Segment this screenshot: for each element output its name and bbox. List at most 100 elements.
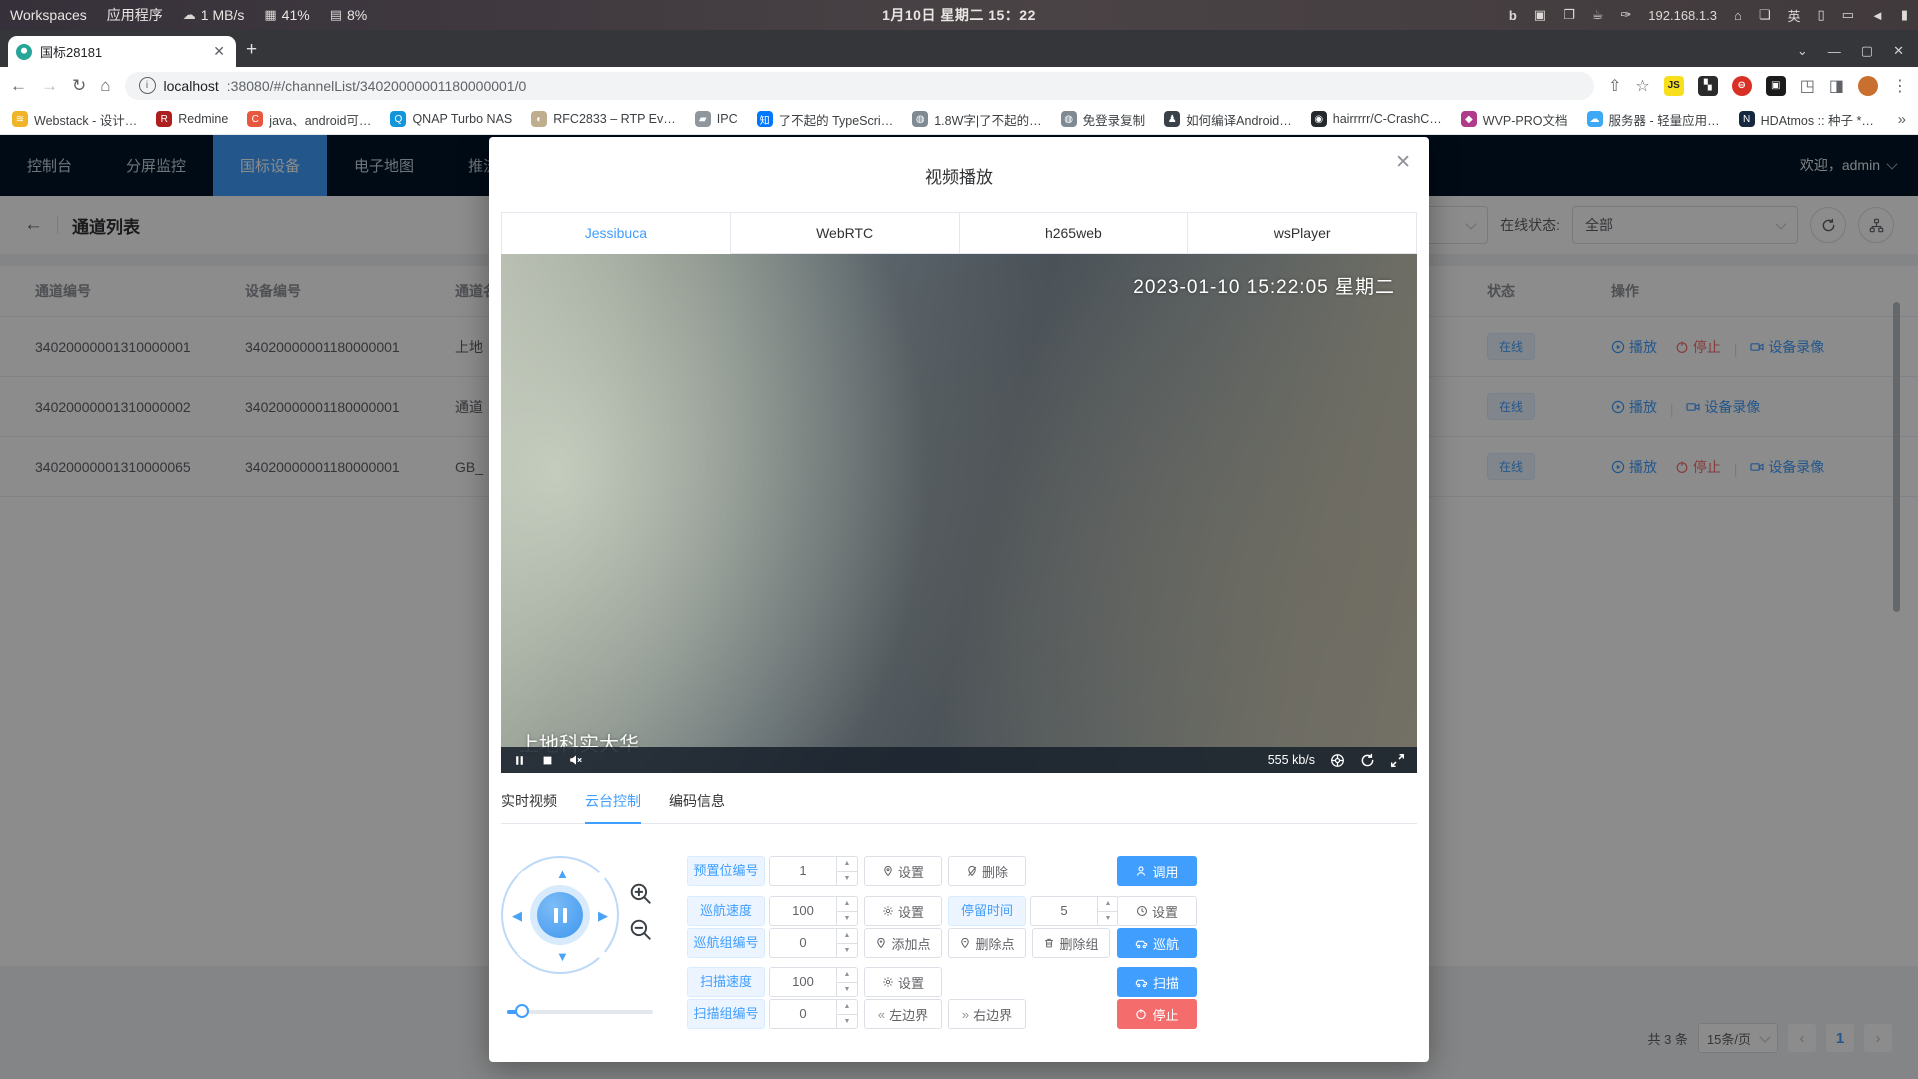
cruise-group-input[interactable]: 0▲▼ <box>769 928 858 958</box>
bookmark-item[interactable]: RRedmine <box>156 111 228 127</box>
ip-address[interactable]: 192.168.1.3 <box>1648 8 1717 23</box>
back-button[interactable]: ← <box>10 76 27 96</box>
cruise-speed-set-button[interactable]: 设置 <box>864 896 942 926</box>
cruise-start-button[interactable]: 巡航 <box>1117 928 1197 958</box>
zoom-out-button[interactable] <box>629 918 653 942</box>
phone-tray-icon[interactable]: ▯ <box>1818 7 1825 23</box>
applications-menu[interactable]: 应用程序 <box>107 5 163 25</box>
bookmark-item[interactable]: ≋Webstack - 设计… <box>12 110 137 129</box>
stepper-down[interactable]: ▼ <box>837 943 857 958</box>
stepper-up[interactable]: ▲ <box>1098 897 1118 911</box>
windows-tray-icon[interactable]: ❏ <box>1759 7 1771 23</box>
clock[interactable]: 1月10日 星期二 15：22 <box>882 5 1036 25</box>
cruise-add-point-button[interactable]: 添加点 <box>864 928 942 958</box>
tool-tray-icon[interactable]: ✑ <box>1620 7 1631 23</box>
dark-extension-icon[interactable]: ▣ <box>1766 76 1786 96</box>
dialog-close-icon[interactable]: ✕ <box>1395 151 1411 174</box>
screenshot-tray-icon[interactable]: ▣ <box>1534 7 1546 23</box>
stop-button[interactable] <box>541 754 554 767</box>
site-info-icon[interactable]: i <box>139 77 156 94</box>
ptz-center-pause-button[interactable] <box>537 892 583 938</box>
share-icon[interactable]: ⇧ <box>1608 76 1621 96</box>
tab-close-icon[interactable]: ✕ <box>210 43 228 60</box>
stepper-down[interactable]: ▼ <box>837 911 857 926</box>
adblock-extension-icon[interactable]: ⊖ <box>1732 76 1752 96</box>
stepper-down[interactable]: ▼ <box>1098 911 1118 926</box>
window-close-button[interactable]: ✕ <box>1893 43 1904 59</box>
bookmark-item[interactable]: ◉hairrrrr/C-CrashC… <box>1311 111 1442 127</box>
cpu-indicator[interactable]: ▦41% <box>264 7 309 23</box>
mute-button[interactable] <box>569 753 583 767</box>
bookmark-item[interactable]: ☁服务器 - 轻量应用… <box>1587 110 1720 129</box>
tab-codec-info[interactable]: 编码信息 <box>669 791 725 824</box>
left-boundary-button[interactable]: «左边界 <box>864 999 942 1029</box>
ptz-speed-slider[interactable] <box>507 1004 653 1018</box>
bookmark-item[interactable]: 知了不起的 TypeScri… <box>757 110 894 129</box>
ptz-stop-button[interactable]: 停止 <box>1117 999 1197 1029</box>
memory-indicator[interactable]: ▤8% <box>330 7 368 23</box>
cruise-speed-input[interactable]: 100▲▼ <box>769 896 858 926</box>
home-button[interactable]: ⌂ <box>100 76 110 96</box>
tab-ptz-control[interactable]: 云台控制 <box>585 791 641 824</box>
bookmark-item[interactable]: ◆WVP-PRO文档 <box>1461 110 1568 129</box>
tampermonkey-extension-icon[interactable]: ▚ <box>1698 76 1718 96</box>
browser-tab[interactable]: 国标28181 ✕ <box>8 36 236 67</box>
bookmark-item[interactable]: ▰IPC <box>695 111 738 127</box>
stepper-up[interactable]: ▲ <box>837 1000 857 1014</box>
ptz-left-button[interactable]: ◀ <box>512 909 522 922</box>
bookmark-star-icon[interactable]: ☆ <box>1635 76 1649 96</box>
stepper-up[interactable]: ▲ <box>837 968 857 982</box>
workspaces-button[interactable]: Workspaces <box>10 7 87 23</box>
preset-set-button[interactable]: 设置 <box>864 856 942 886</box>
forward-button[interactable]: → <box>41 76 58 96</box>
cruise-delete-point-button[interactable]: 删除点 <box>948 928 1026 958</box>
pause-button[interactable] <box>513 754 526 767</box>
scan-start-button[interactable]: 扫描 <box>1117 967 1197 997</box>
fullscreen-button[interactable] <box>1390 753 1405 768</box>
bookmark-item[interactable]: ◐RFC2833 – RTP Ev… <box>531 111 676 127</box>
address-bar[interactable]: i localhost :38080/#/channelList/3402000… <box>125 72 1594 100</box>
slider-handle[interactable] <box>515 1004 529 1018</box>
tab-jessibuca[interactable]: Jessibuca <box>501 212 731 254</box>
profile-avatar[interactable] <box>1858 76 1878 96</box>
cruise-delete-group-button[interactable]: 删除组 <box>1032 928 1110 958</box>
ptz-up-button[interactable]: ▲ <box>556 867 569 880</box>
reload-button[interactable]: ↻ <box>72 76 86 96</box>
reload-stream-button[interactable] <box>1360 753 1375 768</box>
network-speed-indicator[interactable]: ☁1 MB/s <box>183 7 245 23</box>
bookmarks-overflow-button[interactable]: » <box>1898 111 1906 128</box>
bookmark-item[interactable]: QQNAP Turbo NAS <box>390 111 512 127</box>
scan-speed-set-button[interactable]: 设置 <box>864 967 942 997</box>
tab-webrtc[interactable]: WebRTC <box>731 212 960 254</box>
tab-wsplayer[interactable]: wsPlayer <box>1188 212 1417 254</box>
tab-search-icon[interactable]: ⌄ <box>1797 43 1808 59</box>
bookmark-item[interactable]: NHDAtmos :: 种子 *… <box>1739 110 1874 129</box>
stepper-up[interactable]: ▲ <box>837 929 857 943</box>
display-tray-icon[interactable]: ▭ <box>1842 7 1854 23</box>
input-method-indicator[interactable]: 英 <box>1788 6 1801 25</box>
ptz-down-button[interactable]: ▼ <box>556 950 569 963</box>
dwell-time-input[interactable]: 5▲▼ <box>1030 896 1119 926</box>
stepper-up[interactable]: ▲ <box>837 857 857 871</box>
new-tab-button[interactable]: + <box>246 39 257 61</box>
side-panel-icon[interactable]: ◨ <box>1829 76 1844 96</box>
stepper-down[interactable]: ▼ <box>837 982 857 997</box>
bookmark-item[interactable]: Cjava、android可… <box>247 110 371 129</box>
preset-number-input[interactable]: 1▲▼ <box>769 856 858 886</box>
clipboard-tray-icon[interactable]: ❐ <box>1563 7 1575 23</box>
stepper-down[interactable]: ▼ <box>837 1014 857 1029</box>
home-tray-icon[interactable]: ⌂ <box>1734 8 1742 23</box>
battery-tray-icon[interactable]: ▮ <box>1901 7 1908 23</box>
caffeine-tray-icon[interactable]: ☕ <box>1592 7 1604 23</box>
browser-menu-icon[interactable]: ⋮ <box>1892 76 1908 96</box>
stepper-up[interactable]: ▲ <box>837 897 857 911</box>
stepper-down[interactable]: ▼ <box>837 871 857 886</box>
tab-h265web[interactable]: h265web <box>960 212 1189 254</box>
window-minimize-button[interactable]: — <box>1828 44 1841 59</box>
bookmark-item[interactable]: ◍免登录复制 <box>1061 110 1146 129</box>
snapshot-button[interactable] <box>1330 753 1345 768</box>
preset-call-button[interactable]: 调用 <box>1117 856 1197 886</box>
dwell-time-set-button[interactable]: 设置 <box>1117 896 1197 926</box>
right-boundary-button[interactable]: »右边界 <box>948 999 1026 1029</box>
ptz-right-button[interactable]: ▶ <box>598 909 608 922</box>
